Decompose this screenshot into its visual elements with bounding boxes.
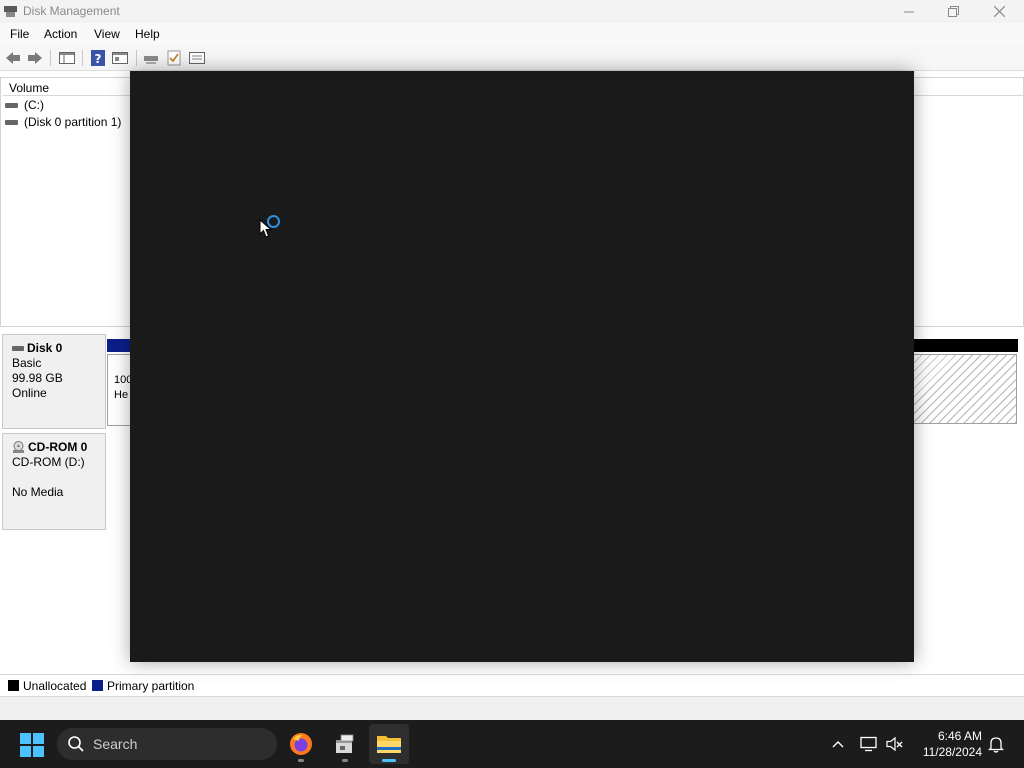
speaker-muted-icon	[886, 736, 903, 752]
restore-button[interactable]	[930, 0, 976, 23]
menu-help[interactable]: Help	[135, 27, 160, 41]
volume-name: (Disk 0 partition 1)	[24, 115, 122, 129]
legend: Unallocated Primary partition	[0, 674, 1024, 696]
unallocated-bar	[913, 339, 1018, 352]
clock-time: 6:46 AM	[937, 729, 982, 743]
disk-status: Online	[12, 386, 47, 400]
disk-size: 99.98 GB	[12, 371, 63, 385]
status-bar	[0, 696, 1024, 720]
bell-icon	[988, 736, 1004, 753]
cd-drive-icon	[13, 441, 24, 453]
menu-action[interactable]: Action	[44, 27, 77, 41]
legend-swatch-unallocated	[8, 680, 19, 691]
disk-0-label[interactable]: Disk 0 Basic 99.98 GB Online	[2, 334, 106, 429]
search-placeholder: Search	[93, 736, 138, 752]
volume-row[interactable]: (Disk 0 partition 1)	[5, 114, 121, 130]
toolbar-separator	[82, 50, 83, 66]
menu-file[interactable]: File	[10, 27, 29, 41]
taskbar-clock[interactable]: 6:46 AM 11/28/2024	[912, 728, 982, 760]
disk-name: Disk 0	[27, 341, 63, 355]
title-bar: Disk Management	[0, 0, 1024, 23]
volume-row[interactable]: (C:)	[5, 97, 44, 113]
help-icon[interactable]: ?	[89, 49, 107, 67]
taskbar: Search 6:46 AM 11/28/2024	[0, 720, 1024, 768]
unallocated-block[interactable]	[913, 354, 1017, 424]
partition-block[interactable]: 100 He	[107, 354, 132, 426]
disk-media: No Media	[12, 485, 64, 499]
cdrom-0-label[interactable]: CD-ROM 0 CD-ROM (D:) No Media	[2, 433, 106, 530]
back-icon[interactable]	[4, 49, 22, 67]
volume-name: (C:)	[24, 98, 44, 112]
disk-type: CD-ROM (D:)	[12, 455, 85, 469]
primary-partition-bar	[107, 339, 131, 352]
taskbar-app-installer[interactable]	[325, 724, 365, 764]
drive-icon	[5, 102, 18, 108]
network-button[interactable]	[859, 734, 879, 754]
volume-button[interactable]	[885, 734, 905, 754]
clock-date: 11/28/2024	[922, 745, 982, 759]
svg-text:?: ?	[95, 52, 102, 66]
legend-swatch-primary	[92, 680, 103, 691]
disk-name: CD-ROM 0	[28, 440, 88, 454]
minimize-icon	[904, 11, 914, 12]
close-button[interactable]	[976, 0, 1022, 23]
package-installer-icon	[336, 734, 354, 753]
notifications-button[interactable]	[986, 734, 1006, 754]
mouse-cursor-icon	[259, 219, 273, 238]
column-header-volume[interactable]: Volume	[9, 81, 49, 95]
close-icon	[993, 6, 1005, 17]
file-explorer-icon	[377, 736, 401, 753]
legend-label-unallocated: Unallocated	[23, 679, 87, 693]
windows-start-icon[interactable]	[20, 733, 44, 757]
toolbar-separator	[136, 50, 137, 66]
menu-view[interactable]: View	[94, 27, 120, 41]
toolbar-separator	[50, 50, 51, 66]
active-indicator	[382, 759, 396, 762]
menu-bar: File Action View Help	[0, 23, 1024, 45]
view-list-icon[interactable]	[188, 49, 206, 67]
restore-icon	[947, 6, 959, 17]
search-icon	[68, 736, 84, 752]
connect-drive-icon[interactable]	[142, 49, 160, 67]
toolbar: ?	[0, 45, 1024, 71]
loading-window[interactable]	[130, 71, 914, 662]
network-icon	[860, 736, 877, 752]
forward-icon[interactable]	[26, 49, 44, 67]
cdrom-0-title: CD-ROM 0	[12, 440, 105, 455]
taskbar-search-box[interactable]: Search	[57, 728, 277, 760]
properties-icon[interactable]	[111, 49, 129, 67]
legend-label-primary: Primary partition	[107, 679, 195, 693]
console-tree-icon[interactable]	[58, 49, 76, 67]
taskbar-app-file-explorer[interactable]	[369, 724, 409, 764]
firefox-icon	[290, 733, 312, 755]
minimize-button[interactable]	[886, 0, 932, 23]
hard-disk-icon	[12, 346, 24, 351]
checklist-icon[interactable]	[165, 49, 183, 67]
disk-management-icon	[4, 6, 17, 17]
show-hidden-icons-button[interactable]	[828, 734, 848, 754]
partition-status-text: He	[114, 389, 129, 401]
drive-icon	[5, 119, 18, 125]
running-indicator	[298, 759, 304, 762]
taskbar-app-firefox[interactable]	[281, 724, 321, 764]
disk-type: Basic	[12, 356, 42, 370]
running-indicator	[342, 759, 348, 762]
disk-0-title: Disk 0	[12, 341, 105, 356]
window-title: Disk Management	[23, 4, 120, 18]
chevron-up-icon	[832, 741, 844, 748]
